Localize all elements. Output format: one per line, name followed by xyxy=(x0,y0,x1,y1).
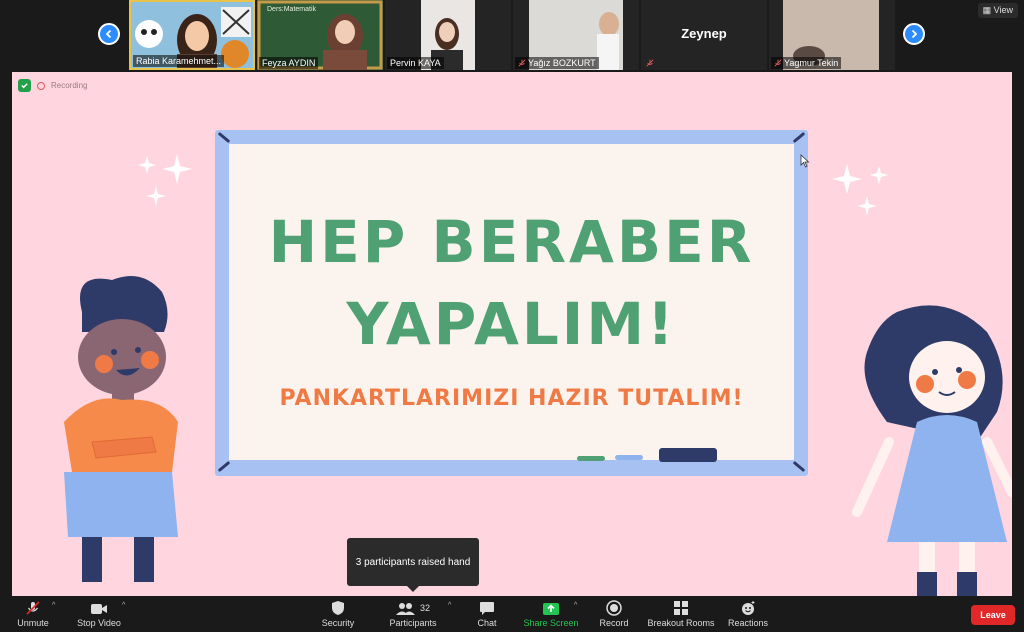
reactions-button[interactable]: Reactions xyxy=(726,598,770,628)
slide-subtitle: PANKARTLARIMIZI HAZIR TUTALIM! xyxy=(279,386,744,411)
participant-mute-indicator xyxy=(643,57,659,69)
chat-label: Chat xyxy=(477,618,497,628)
security-button[interactable]: Security xyxy=(320,598,356,628)
board-corner xyxy=(217,131,231,144)
participants-label: Participants xyxy=(389,618,437,628)
video-tile[interactable]: Zeynep xyxy=(641,0,767,70)
meeting-toolbar: Unmute ^ Stop Video ^ Security 32 Partic… xyxy=(0,596,1024,632)
security-label: Security xyxy=(321,618,355,628)
gallery-next-button[interactable] xyxy=(903,23,925,45)
recording-indicator: Recording xyxy=(18,79,87,92)
record-label: Record xyxy=(599,618,629,628)
share-screen-button[interactable]: Share Screen xyxy=(523,598,579,628)
chat-button[interactable]: Chat xyxy=(474,598,500,628)
participant-name: Yağız BOZKURT xyxy=(515,57,599,69)
participants-count: 32 xyxy=(419,603,430,613)
video-tile[interactable]: Yagmur Tekin xyxy=(769,0,895,70)
participant-name: Rabia Karamehmet... xyxy=(133,55,225,67)
slide-title-line1: HEP BERABER xyxy=(268,208,755,276)
video-options-caret[interactable]: ^ xyxy=(122,602,125,609)
leave-label: Leave xyxy=(980,610,1006,620)
shield-icon xyxy=(332,601,344,615)
slide-title-line2: YAPALIM! xyxy=(346,290,677,358)
participants-options-caret[interactable]: ^ xyxy=(448,602,451,609)
record-dot-icon xyxy=(37,81,45,90)
record-button[interactable]: Record xyxy=(598,598,630,628)
sparkles-right xyxy=(832,164,888,216)
gallery-strip: Rabia Karamehmet... Ders:Matematik Feyza… xyxy=(0,0,1024,72)
chevron-right-icon xyxy=(911,29,918,39)
chat-bubble-icon xyxy=(480,602,494,615)
chalkboard-text: Ders:Matematik xyxy=(267,6,317,13)
tooltip-text: 3 participants raised hand xyxy=(355,556,471,568)
video-tile[interactable]: Yağız BOZKURT xyxy=(513,0,639,70)
participant-name-large: Zeynep xyxy=(681,26,727,41)
grid-icon: ▦ xyxy=(982,5,992,15)
share-options-caret[interactable]: ^ xyxy=(574,602,577,609)
whiteboard-frame: HEP BERABER YAPALIM! PANKARTLARIMIZI HAZ… xyxy=(215,130,808,476)
girl-illustration xyxy=(852,305,1012,596)
audio-options-caret[interactable]: ^ xyxy=(52,602,55,609)
muted-mic-icon xyxy=(646,59,654,67)
muted-mic-icon xyxy=(26,601,40,615)
raised-hand-tooltip: 3 participants raised hand xyxy=(347,538,479,592)
participant-name-text: Yağız BOZKURT xyxy=(528,58,596,68)
participants-button[interactable]: 32 Participants xyxy=(388,598,438,628)
breakout-rooms-button[interactable]: Breakout Rooms xyxy=(646,598,716,628)
participant-name: Pervin KAYA xyxy=(387,57,444,69)
board-corner xyxy=(792,131,806,144)
unmute-button[interactable]: Unmute xyxy=(14,598,52,628)
participant-name: Yagmur Tekin xyxy=(771,57,842,69)
breakout-rooms-label: Breakout Rooms xyxy=(647,618,715,628)
breakout-rooms-icon xyxy=(674,601,688,615)
unmute-label: Unmute xyxy=(17,618,49,628)
shield-icon xyxy=(18,79,31,92)
chevron-left-icon xyxy=(105,29,112,39)
recording-label: Recording xyxy=(51,81,88,90)
view-button[interactable]: ▦ View xyxy=(977,3,1018,18)
stop-video-label: Stop Video xyxy=(77,618,121,628)
reactions-smiley-icon xyxy=(742,601,755,615)
mouse-cursor-icon xyxy=(800,154,810,168)
muted-mic-icon xyxy=(518,59,526,67)
participant-name-text: Yagmur Tekin xyxy=(784,58,839,68)
participant-name: Feyza AYDIN xyxy=(259,57,319,69)
board-corner xyxy=(792,460,806,473)
share-screen-icon xyxy=(543,603,559,615)
video-camera-icon xyxy=(91,604,107,614)
shared-screen: Recording HEP BERABER YAPALIM! PANKARTLA… xyxy=(12,72,1012,596)
video-tile[interactable]: Pervin KAYA xyxy=(385,0,511,70)
muted-mic-icon xyxy=(774,59,782,67)
board-corner xyxy=(217,460,231,473)
sparkles-left xyxy=(138,154,192,206)
share-screen-label: Share Screen xyxy=(523,618,579,628)
stop-video-button[interactable]: Stop Video xyxy=(76,598,122,628)
participants-icon xyxy=(395,603,415,615)
whiteboard: HEP BERABER YAPALIM! PANKARTLARIMIZI HAZ… xyxy=(229,144,794,460)
view-label: View xyxy=(993,5,1013,15)
blue-marker xyxy=(615,455,643,460)
boy-illustration xyxy=(64,276,178,582)
green-marker xyxy=(577,456,605,461)
record-icon xyxy=(606,600,622,616)
gallery-prev-button[interactable] xyxy=(98,23,120,45)
video-tile[interactable]: Ders:Matematik Feyza AYDIN xyxy=(257,0,383,70)
video-tile[interactable]: Rabia Karamehmet... xyxy=(129,0,255,70)
reactions-label: Reactions xyxy=(727,618,769,628)
eraser xyxy=(659,448,717,462)
leave-button[interactable]: Leave xyxy=(971,605,1015,625)
